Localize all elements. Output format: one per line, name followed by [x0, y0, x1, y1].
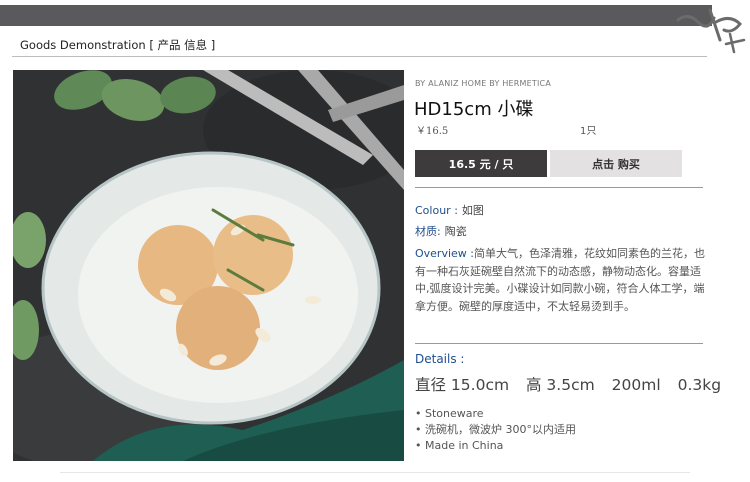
title-divider: [12, 56, 707, 57]
spec-diameter: 直径 15.0cm: [415, 376, 510, 394]
specs-row: 直径 15.0cm 高 3.5cm 200ml 0.3kg: [415, 373, 733, 395]
price-button: 16.5 元 / 只: [415, 150, 547, 177]
product-quantity: 1只: [580, 126, 597, 137]
material-attribute: 材质: 陶瓷: [415, 223, 467, 239]
overview-block: Overview :简单大气，色泽清雅，花纹如同素色的兰花，也有一种石灰延碗壁自…: [415, 245, 705, 315]
spec-weight: 0.3kg: [677, 376, 722, 394]
colour-key: Colour :: [415, 204, 458, 217]
product-price: ￥16.5: [416, 126, 449, 137]
section-title: Goods Demonstration [ 产品 信息 ]: [20, 37, 215, 53]
colour-value: 如图: [461, 204, 484, 217]
divider-line: [415, 343, 703, 344]
overview-key: Overview :: [415, 247, 474, 260]
feature-item: 洗碗机，微波炉 300°以内适用: [415, 422, 576, 438]
bottom-divider: [60, 472, 690, 473]
product-title: HD15cm 小碟: [414, 99, 534, 120]
feature-list: Stoneware 洗碗机，微波炉 300°以内适用 Made in China: [415, 406, 576, 454]
section-title-en: Goods Demonstration: [20, 38, 146, 52]
material-value: 陶瓷: [444, 225, 467, 238]
colour-attribute: Colour : 如图: [415, 202, 484, 218]
feature-item: Made in China: [415, 438, 576, 454]
section-title-cn: [ 产品 信息 ]: [149, 38, 216, 52]
divider-line: [415, 187, 703, 188]
top-banner-bar: [0, 5, 712, 26]
product-photo: [13, 70, 404, 461]
brand-line: BY ALANIZ HOME BY HERMETICA: [415, 79, 552, 88]
calligraphy-ornament-icon: [676, 8, 746, 54]
spec-volume: 200ml: [611, 376, 661, 394]
buy-button[interactable]: 点击 购买: [550, 150, 682, 177]
details-label: Details :: [415, 352, 465, 366]
feature-item: Stoneware: [415, 406, 576, 422]
material-key: 材质:: [415, 225, 441, 238]
spec-height: 高 3.5cm: [526, 376, 595, 394]
